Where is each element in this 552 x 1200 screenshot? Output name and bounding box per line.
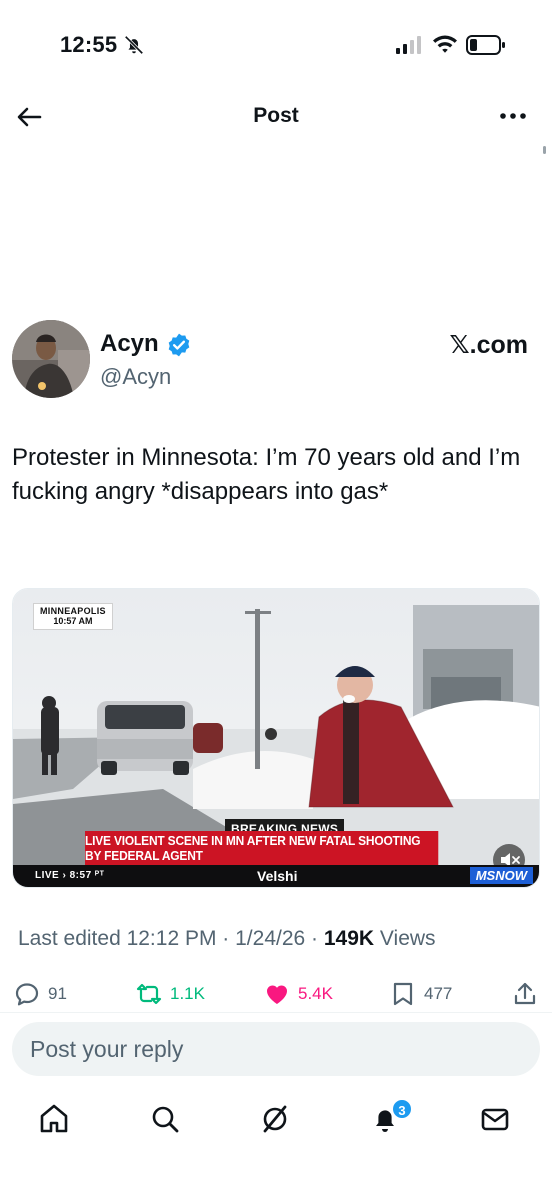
- action-bar: 91 1.1K 5.4K 477: [0, 975, 552, 1015]
- anchor-name: Velshi: [257, 868, 298, 884]
- reply-input[interactable]: [12, 1022, 540, 1076]
- top-navigation: Post: [0, 90, 552, 142]
- author-name[interactable]: Acyn: [100, 330, 159, 358]
- author-handle[interactable]: @Acyn: [100, 364, 171, 390]
- edited-timestamp[interactable]: Last edited 12:12 PM · 1/24/26 ·: [18, 927, 324, 950]
- divider: [0, 1012, 552, 1013]
- home-icon[interactable]: [37, 1102, 71, 1136]
- source-label: 𝕏.com: [449, 331, 529, 359]
- share-icon: [514, 982, 536, 1005]
- wifi-icon: [433, 35, 457, 53]
- notifications-badge: 3: [391, 1098, 413, 1120]
- video-player[interactable]: MINNEAPOLIS 10:57 AM BREAKING NEWS LIVE …: [12, 588, 540, 888]
- location-bug: MINNEAPOLIS 10:57 AM: [33, 603, 113, 630]
- repost-count: 1.1K: [170, 984, 205, 1003]
- bottom-tab-bar: [0, 1096, 552, 1146]
- news-ticker: LIVE › 8:57 ᴾᵀ Velshi MSNOW: [13, 865, 539, 887]
- bookmark-count: 477: [424, 984, 453, 1003]
- reply-count: 91: [48, 984, 67, 1003]
- reply-icon: [15, 983, 39, 1006]
- grok-icon[interactable]: [258, 1102, 292, 1136]
- messages-icon[interactable]: [478, 1102, 512, 1136]
- heart-filled-icon: [266, 985, 288, 1004]
- repost-icon: [136, 983, 162, 1005]
- page-title: Post: [253, 104, 299, 127]
- bookmark-button[interactable]: 477: [390, 981, 452, 1007]
- post-text: Protester in Minnesota: I’m 70 years old…: [12, 444, 521, 505]
- share-button[interactable]: [512, 981, 538, 1007]
- post-meta: Last edited 12:12 PM · 1/24/26 · 149K Vi…: [18, 927, 436, 951]
- network-logo: MSNOW: [469, 867, 533, 884]
- like-count: 5.4K: [298, 984, 333, 1003]
- search-icon[interactable]: [148, 1102, 182, 1136]
- bookmark-icon: [393, 982, 413, 1006]
- repost-button[interactable]: 1.1K: [136, 981, 205, 1007]
- location-city: MINNEAPOLIS: [40, 606, 106, 616]
- cellular-signal-icon: [396, 36, 421, 54]
- breaking-headline: LIVE VIOLENT SCENE IN MN AFTER NEW FATAL…: [85, 831, 439, 865]
- live-indicator: LIVE › 8:57 ᴾᵀ: [35, 870, 105, 881]
- status-bar: 12:55: [0, 0, 552, 90]
- like-button[interactable]: 5.4K: [264, 981, 333, 1007]
- verified-badge-icon: [168, 333, 190, 357]
- reply-button[interactable]: 91: [14, 981, 67, 1007]
- reply-composer: [12, 1022, 540, 1076]
- more-horizontal-icon[interactable]: [498, 104, 528, 128]
- battery-low-icon: [466, 35, 505, 55]
- views-count: 149K: [323, 927, 375, 950]
- location-time: 10:57 AM: [53, 616, 93, 626]
- views-label: Views: [374, 927, 436, 950]
- avatar[interactable]: [12, 320, 90, 398]
- bell-slash-icon: [124, 35, 144, 55]
- status-time: 12:55: [60, 32, 118, 57]
- scroll-indicator: [543, 146, 546, 154]
